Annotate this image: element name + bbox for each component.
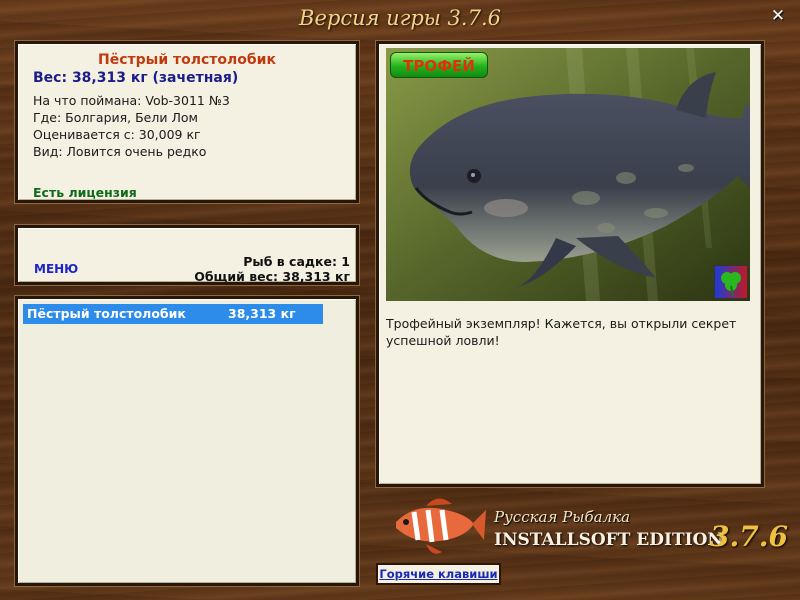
trophy-panel: ТРОФЕЙ Трофейный экземпляр! Кажется, вы …: [376, 41, 764, 487]
list-item-name: Пёстрый толстолобик: [27, 306, 186, 321]
catch-info-panel: Пёстрый толстолобик Вес: 38,313 кг (заче…: [15, 41, 359, 203]
fish-count: Рыб в садке: 1: [243, 254, 350, 269]
fish-photo: ТРОФЕЙ: [386, 48, 750, 301]
trophy-badge: ТРОФЕЙ: [390, 52, 488, 78]
catch-details: На что поймана: Vob-3011 №3 Где: Болгари…: [33, 92, 341, 160]
logo-version: 3.7.6: [710, 520, 788, 553]
fish-logo-icon: [396, 498, 486, 554]
valuation-info: Оценивается с: 30,009 кг: [33, 127, 201, 142]
game-logo: Русская Рыбалка INSTALLSOFT EDITION 3.7.…: [384, 492, 794, 562]
list-item-weight: 38,313 кг: [228, 306, 296, 321]
keepnet-list: Пёстрый толстолобик 38,313 кг: [15, 296, 359, 586]
kind-info: Вид: Ловится очень редко: [33, 144, 207, 159]
window-title: Версия игры 3.7.6: [299, 6, 501, 30]
location-info: Где: Болгария, Бели Лом: [33, 110, 198, 125]
clover-icon: [714, 265, 748, 299]
logo-title: Русская Рыбалка: [494, 508, 631, 526]
keepnet-stats: Рыб в садке: 1 Общий вес: 38,313 кг: [194, 254, 350, 284]
menu-button[interactable]: МЕНЮ: [34, 262, 78, 276]
license-status: Есть лицензия: [33, 185, 137, 200]
fish-weight: Вес: 38,313 кг (зачетная): [33, 70, 239, 86]
menu-panel: МЕНЮ Рыб в садке: 1 Общий вес: 38,313 кг: [15, 225, 359, 285]
total-weight: Общий вес: 38,313 кг: [194, 269, 350, 284]
close-icon[interactable]: ✕: [768, 6, 788, 26]
list-item[interactable]: Пёстрый толстолобик 38,313 кг: [23, 304, 323, 324]
trophy-description: Трофейный экземпляр! Кажется, вы открыли…: [386, 316, 737, 348]
hotkeys-button[interactable]: Горячие клавиши: [376, 563, 501, 585]
fish-illustration: [386, 48, 750, 301]
logo-edition: INSTALLSOFT EDITION: [494, 530, 723, 550]
fish-name: Пёстрый толстолобик: [98, 52, 276, 68]
bait-info: На что поймана: Vob-3011 №3: [33, 93, 230, 108]
